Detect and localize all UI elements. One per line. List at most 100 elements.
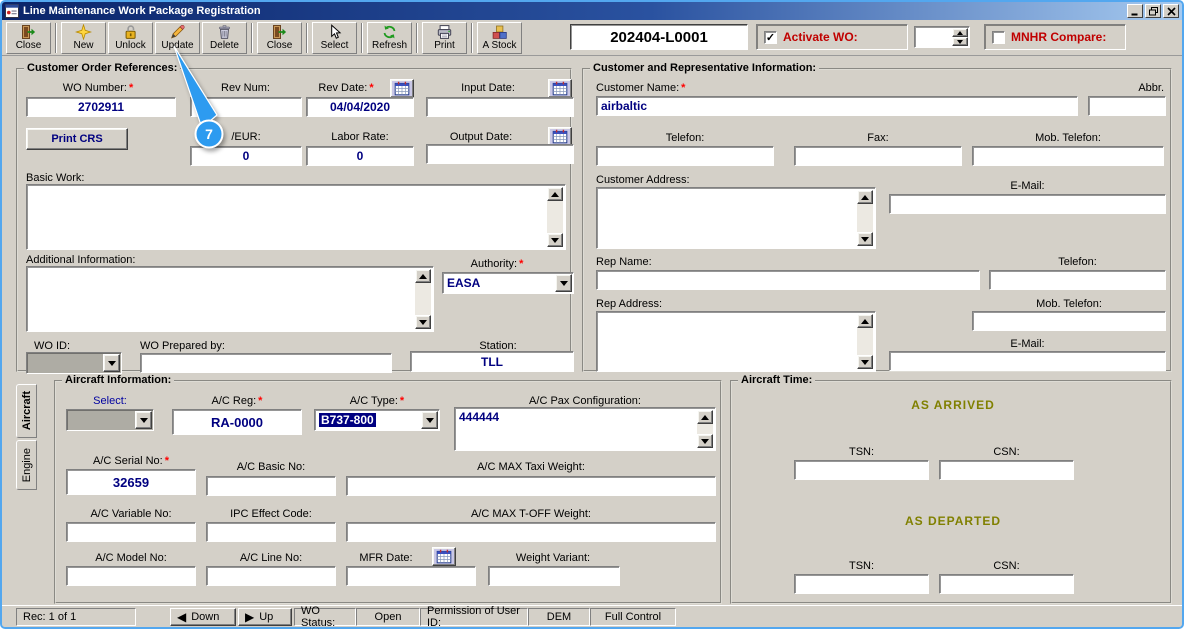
spin-up-button[interactable] xyxy=(952,28,968,37)
toolbar-astock-button[interactable]: A Stock xyxy=(477,21,522,54)
toolbar-print-button[interactable]: Print xyxy=(422,21,467,54)
wo-number-display[interactable]: 202404-L0001 xyxy=(570,24,748,50)
mfr-date-calendar-button[interactable] xyxy=(432,547,456,566)
toolbar-close2-button[interactable]: Close xyxy=(257,21,302,54)
mnhr-spinner[interactable] xyxy=(914,26,970,48)
scrollbar[interactable] xyxy=(697,410,713,448)
exit-door-icon xyxy=(273,25,287,39)
required-icon: * xyxy=(258,395,263,407)
labor-rate-field[interactable]: 0 xyxy=(306,146,414,166)
new-star-icon xyxy=(75,24,92,40)
wo-prepared-field[interactable] xyxy=(140,353,392,373)
rep-telefon-field[interactable] xyxy=(989,270,1166,290)
close-window-button[interactable] xyxy=(1163,4,1179,18)
csn-arrived-field[interactable] xyxy=(939,460,1074,480)
ac-variable-no-field[interactable] xyxy=(66,522,196,542)
tab-engine[interactable]: Engine xyxy=(16,440,37,490)
toolbar-update-button[interactable]: Update xyxy=(155,21,200,54)
print-crs-button[interactable]: Print CRS xyxy=(26,128,128,150)
tab-aircraft[interactable]: Aircraft xyxy=(16,384,37,438)
minimize-button[interactable] xyxy=(1127,4,1143,18)
wo-status-label-panel: WO Status: xyxy=(294,605,356,627)
toolbar-close-button[interactable]: Close xyxy=(6,21,51,54)
scroll-up-button[interactable] xyxy=(697,410,713,424)
input-date-calendar-button[interactable] xyxy=(548,79,572,98)
ipc-effect-field[interactable] xyxy=(206,522,336,542)
max-toff-field[interactable] xyxy=(346,522,716,542)
csn-arrived-label: CSN: xyxy=(993,446,1020,458)
scroll-down-icon xyxy=(861,359,869,365)
scroll-up-button[interactable] xyxy=(857,314,873,328)
ac-basic-no-field[interactable] xyxy=(206,476,336,496)
scrollbar[interactable] xyxy=(857,314,873,369)
tsn-departed-field[interactable] xyxy=(794,574,929,594)
ac-line-no-field[interactable] xyxy=(206,566,336,586)
rev-num-field[interactable] xyxy=(190,97,302,117)
tsn-arrived-field[interactable] xyxy=(794,460,929,480)
ac-model-no-field[interactable] xyxy=(66,566,196,586)
record-down-button[interactable]: ◀ Down xyxy=(170,608,236,626)
rep-address-textarea[interactable] xyxy=(596,311,876,372)
toolbar-new-button[interactable]: New xyxy=(61,21,106,54)
aircraft-select-dropdown-button[interactable] xyxy=(135,411,152,429)
select-cursor-icon xyxy=(331,24,342,39)
telefon-field[interactable] xyxy=(596,146,774,166)
fax-field[interactable] xyxy=(794,146,962,166)
abbr-field[interactable] xyxy=(1088,96,1166,116)
toolbar-delete-button[interactable]: Delete xyxy=(202,21,247,54)
scroll-down-button[interactable] xyxy=(857,355,873,369)
record-up-button[interactable]: ▶ Up xyxy=(238,608,292,626)
weight-variant-field[interactable] xyxy=(488,566,620,586)
scroll-up-button[interactable] xyxy=(857,190,873,204)
activate-wo-checkbox[interactable]: ✓ xyxy=(764,30,777,44)
authority-combobox[interactable]: EASA xyxy=(442,272,574,294)
mnhr-compare-label: MNHR Compare: xyxy=(1011,30,1107,44)
scrollbar[interactable] xyxy=(547,187,563,247)
additional-info-textarea[interactable] xyxy=(26,266,434,332)
input-date-field[interactable] xyxy=(426,97,574,117)
rep-mob-field[interactable] xyxy=(972,311,1166,331)
app-window: Line Maintenance Work Package Registrati… xyxy=(0,0,1184,629)
wo-prepared-label: WO Prepared by: xyxy=(140,340,225,352)
customer-name-field[interactable]: airbaltic xyxy=(596,96,1078,116)
scroll-down-button[interactable] xyxy=(547,233,563,247)
output-date-field[interactable] xyxy=(426,144,574,164)
wo-id-dropdown-button[interactable] xyxy=(103,354,120,372)
csn-departed-field[interactable] xyxy=(939,574,1074,594)
station-field[interactable]: TLL xyxy=(410,351,574,372)
rep-name-field[interactable] xyxy=(596,270,980,290)
toolbar-refresh-button[interactable]: Refresh xyxy=(367,21,412,54)
ac-type-dropdown-button[interactable] xyxy=(421,411,438,429)
rev-date-field[interactable]: 04/04/2020 xyxy=(306,97,414,117)
toolbar-unlock-button[interactable]: Unlock xyxy=(108,21,153,54)
ac-reg-field[interactable]: RA-0000 xyxy=(172,409,302,435)
ac-serial-field[interactable]: 32659 xyxy=(66,469,196,495)
mfr-date-field[interactable] xyxy=(346,566,476,586)
rep-email-field[interactable] xyxy=(889,351,1166,371)
restore-button[interactable] xyxy=(1145,4,1161,18)
ac-type-combobox[interactable]: B737-800 xyxy=(314,409,440,431)
toolbar-select-button[interactable]: Select xyxy=(312,21,357,54)
basic-work-textarea[interactable] xyxy=(26,184,566,250)
mnhr-compare-checkbox[interactable] xyxy=(992,30,1005,44)
customer-address-textarea[interactable] xyxy=(596,187,876,249)
wo-id-combobox[interactable] xyxy=(26,352,122,374)
scroll-down-button[interactable] xyxy=(857,232,873,246)
eur-rate-field[interactable]: 0 xyxy=(190,146,302,166)
wo-number-field[interactable]: 2702911 xyxy=(26,97,176,117)
aircraft-select-combobox[interactable] xyxy=(66,409,154,431)
pax-config-textarea[interactable]: 444444 xyxy=(454,407,716,451)
email-field[interactable] xyxy=(889,194,1166,214)
scroll-down-button[interactable] xyxy=(697,434,713,448)
max-taxi-field[interactable] xyxy=(346,476,716,496)
scrollbar[interactable] xyxy=(415,269,431,329)
rev-date-calendar-button[interactable] xyxy=(390,79,414,98)
scrollbar[interactable] xyxy=(857,190,873,246)
scroll-up-button[interactable] xyxy=(415,269,431,283)
mob-telefon-field[interactable] xyxy=(972,146,1164,166)
scroll-down-button[interactable] xyxy=(415,315,431,329)
authority-dropdown-button[interactable] xyxy=(555,274,572,292)
scroll-up-button[interactable] xyxy=(547,187,563,201)
tab-engine-label: Engine xyxy=(20,447,33,483)
spin-down-button[interactable] xyxy=(952,37,968,46)
